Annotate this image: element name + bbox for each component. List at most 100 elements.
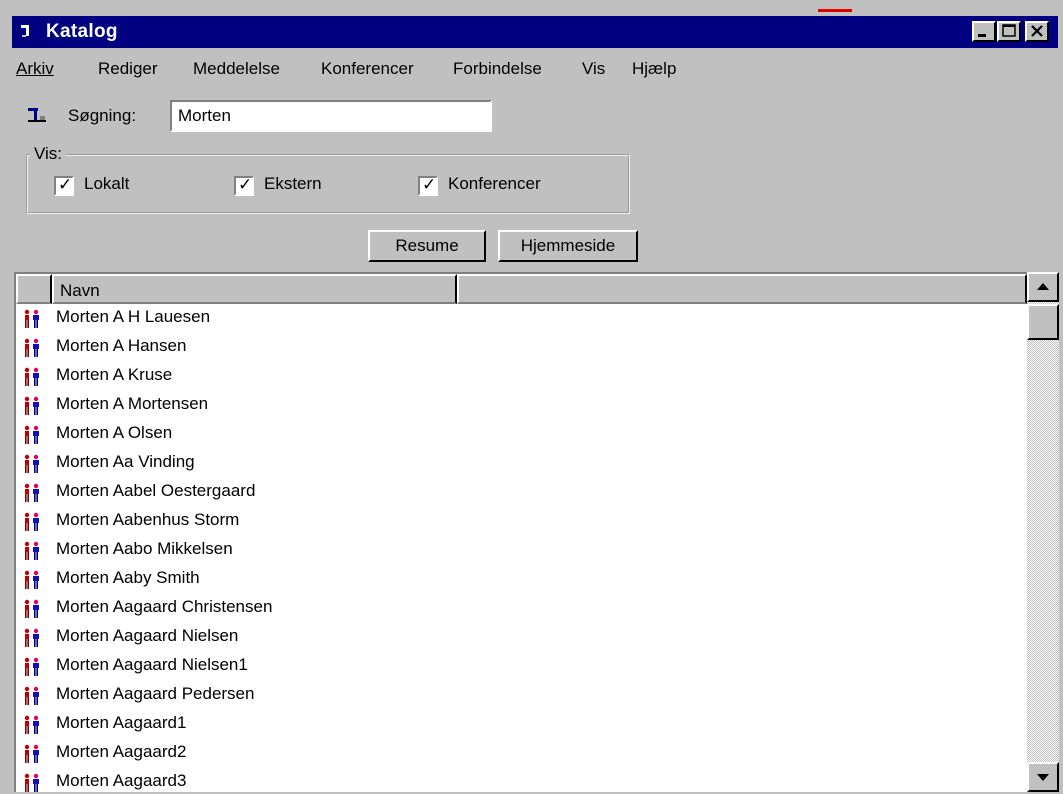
menu-hjaelp[interactable]: Hjælp <box>632 59 676 79</box>
list-item-name: Morten A Mortensen <box>56 394 209 413</box>
menu-rediger[interactable]: Rediger <box>98 59 158 79</box>
name-column-label: Navn <box>60 281 100 300</box>
menu-arkiv[interactable]: Arkiv <box>16 59 54 79</box>
list-item-name: Morten Aagaard Nielsen1 <box>56 655 248 674</box>
arrow-up-icon <box>1037 283 1049 290</box>
menu-forbindelse[interactable]: Forbindelse <box>453 59 542 79</box>
users-icon <box>24 657 39 676</box>
search-icon <box>28 108 46 122</box>
menu-forbindelse-label: Forbindelse <box>453 59 542 78</box>
users-icon <box>24 338 39 357</box>
list-item-name: Morten Aagaard Nielsen <box>56 626 239 645</box>
search-label: Søgning: <box>68 106 137 125</box>
users-icon <box>24 715 39 734</box>
menu-vis[interactable]: Vis <box>582 59 605 79</box>
list-item[interactable]: Morten Aa Vinding <box>16 449 1027 478</box>
empty-column-header[interactable] <box>457 274 1027 304</box>
list-item[interactable]: Morten A Kruse <box>16 362 1027 391</box>
list-item-name: Morten Aabenhus Storm <box>56 510 240 529</box>
red-marker <box>818 9 852 12</box>
users-icon <box>24 541 39 560</box>
scroll-thumb[interactable] <box>1027 304 1059 340</box>
users-icon <box>24 396 39 415</box>
list-item[interactable]: Morten Aagaard3 <box>16 768 1027 794</box>
menu-arkiv-label: Arkiv <box>16 59 54 78</box>
menu-rediger-label: Rediger <box>98 59 158 78</box>
maximize-icon <box>1002 24 1016 37</box>
scroll-down-button[interactable] <box>1027 762 1059 792</box>
list-item[interactable]: Morten Aagaard1 <box>16 710 1027 739</box>
users-icon <box>24 686 39 705</box>
menu-bar: Arkiv Rediger Meddelelse Konferencer For… <box>12 50 1058 84</box>
checkbox-konferencer-label: Konferencer <box>448 174 541 193</box>
users-icon <box>24 309 39 328</box>
vis-legend: Vis: <box>30 144 67 164</box>
directory-list[interactable]: Navn Morten A H Lauesen Morten A Hansen Mo… <box>14 272 1059 792</box>
close-button[interactable] <box>1025 21 1049 42</box>
checkbox-konferencer-box[interactable]: ✓ <box>418 175 438 196</box>
list-item[interactable]: Morten Aagaard Nielsen1 <box>16 652 1027 681</box>
list-item-name: Morten Aa Vinding <box>56 452 195 471</box>
vertical-scrollbar[interactable] <box>1027 272 1059 792</box>
homepage-button[interactable]: Hjemmeside <box>498 230 638 262</box>
checkbox-ekstern-box[interactable]: ✓ <box>234 175 254 196</box>
checkbox-lokalt-label: Lokalt <box>84 174 130 193</box>
list-item-name: Morten Aagaard Pedersen <box>56 684 255 703</box>
users-icon <box>24 367 39 386</box>
checkbox-ekstern-label: Ekstern <box>264 174 322 193</box>
list-item[interactable]: Morten Aabel Oestergaard <box>16 478 1027 507</box>
users-icon <box>24 599 39 618</box>
list-item-name: Morten Aagaard1 <box>56 713 187 732</box>
menu-konferencer[interactable]: Konferencer <box>321 59 414 79</box>
close-icon <box>1031 25 1043 37</box>
checkbox-lokalt-box[interactable]: ✓ <box>54 175 74 196</box>
minimize-button[interactable] <box>972 21 996 42</box>
list-item-name: Morten Aaby Smith <box>56 568 200 587</box>
list-item-name: Morten Aabel Oestergaard <box>56 481 256 500</box>
title-bar[interactable]: Katalog <box>12 16 1058 48</box>
menu-meddelelse[interactable]: Meddelelse <box>193 59 280 79</box>
list-item[interactable]: Morten A Mortensen <box>16 391 1027 420</box>
menu-konferencer-label: Konferencer <box>321 59 414 78</box>
list-item[interactable]: Morten A Hansen <box>16 333 1027 362</box>
list-item-name: Morten A Hansen <box>56 336 187 355</box>
check-mark-icon: ✓ <box>58 175 73 194</box>
list-item[interactable]: Morten Aagaard Pedersen <box>16 681 1027 710</box>
resume-button[interactable]: Resume <box>368 230 486 262</box>
top-strip <box>0 0 1063 14</box>
maximize-button[interactable] <box>997 21 1021 42</box>
minimize-icon <box>978 34 986 37</box>
scroll-up-button[interactable] <box>1027 272 1059 302</box>
list-item[interactable]: Morten A H Lauesen <box>16 304 1027 333</box>
search-row: Søgning: <box>12 96 1058 136</box>
users-icon <box>24 425 39 444</box>
name-column-header[interactable]: Navn <box>52 274 457 304</box>
icon-column-header[interactable] <box>16 274 52 304</box>
scroll-track[interactable] <box>1027 272 1059 792</box>
users-icon <box>24 483 39 502</box>
list-item-name: Morten A Kruse <box>56 365 173 384</box>
check-mark-icon: ✓ <box>422 175 437 194</box>
list-item[interactable]: Morten Aaby Smith <box>16 565 1027 594</box>
search-input[interactable] <box>170 100 492 132</box>
list-item[interactable]: Morten Aabo Mikkelsen <box>16 536 1027 565</box>
list-item[interactable]: Morten A Olsen <box>16 420 1027 449</box>
list-rows: Morten A H Lauesen Morten A Hansen Morten … <box>16 304 1027 794</box>
list-item-name: Morten Aabo Mikkelsen <box>56 539 233 558</box>
list-item-name: Morten Aagaard2 <box>56 742 187 761</box>
app-icon <box>21 25 29 37</box>
check-mark-icon: ✓ <box>238 175 253 194</box>
users-icon <box>24 454 39 473</box>
list-item-name: Morten A H Lauesen <box>56 307 211 326</box>
list-item[interactable]: Morten Aagaard2 <box>16 739 1027 768</box>
users-icon <box>24 773 39 792</box>
list-item-name: Morten A Olsen <box>56 423 173 442</box>
list-item[interactable]: Morten Aagaard Nielsen <box>16 623 1027 652</box>
users-icon <box>24 512 39 531</box>
list-item[interactable]: Morten Aabenhus Storm <box>16 507 1027 536</box>
list-header: Navn <box>16 274 1027 304</box>
menu-meddelelse-label: Meddelelse <box>193 59 280 78</box>
list-item[interactable]: Morten Aagaard Christensen <box>16 594 1027 623</box>
users-icon <box>24 628 39 647</box>
window-title: Katalog <box>46 21 118 42</box>
